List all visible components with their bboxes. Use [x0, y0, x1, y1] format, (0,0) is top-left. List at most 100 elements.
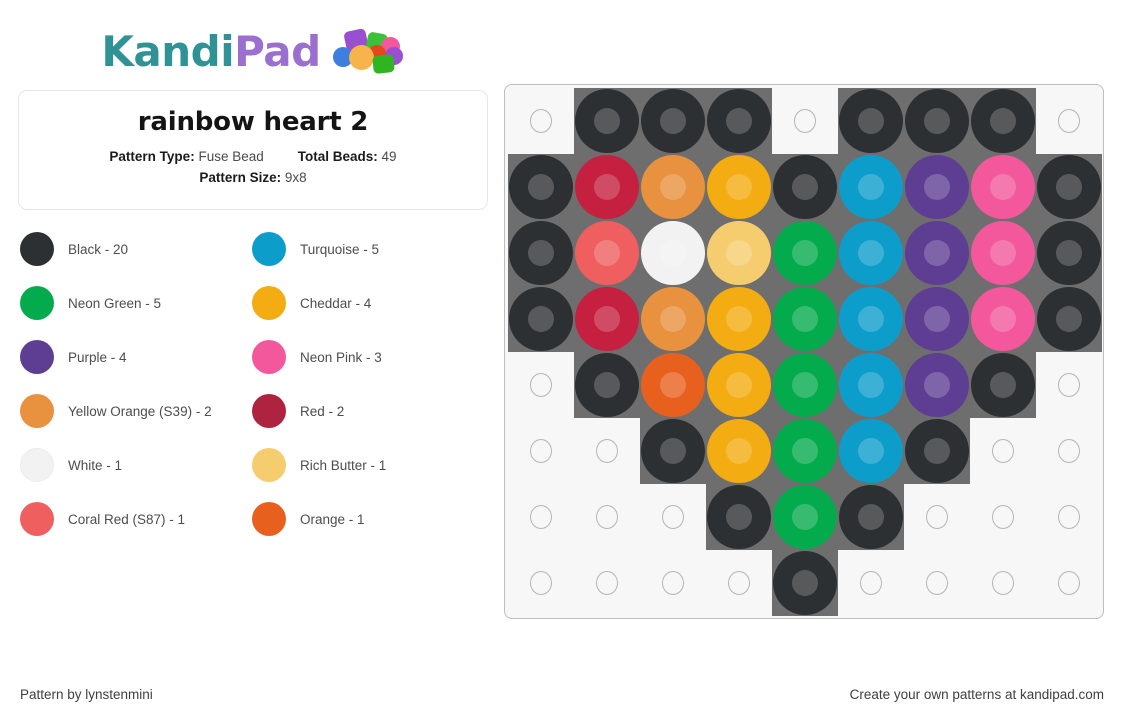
bead-cell[interactable]: [706, 88, 772, 154]
bead-cell[interactable]: [1036, 154, 1102, 220]
bead-cell[interactable]: [574, 154, 640, 220]
empty-peg-icon: [1058, 439, 1080, 463]
bead-hole: [858, 240, 884, 266]
bead-cell[interactable]: [772, 88, 838, 154]
bead-cell[interactable]: [706, 418, 772, 484]
legend-color-swatch: [252, 394, 286, 428]
bead-cell[interactable]: [772, 418, 838, 484]
empty-peg-icon: [926, 505, 948, 529]
empty-peg-icon: [1058, 109, 1080, 133]
bead-cell[interactable]: [640, 550, 706, 616]
bead-cell[interactable]: [772, 286, 838, 352]
bead-cell[interactable]: [508, 88, 574, 154]
bead-cell[interactable]: [640, 418, 706, 484]
empty-peg-icon: [530, 439, 552, 463]
legend-color-swatch: [20, 448, 54, 482]
bead-cell[interactable]: [904, 418, 970, 484]
bead-cell[interactable]: [970, 418, 1036, 484]
bead-cell[interactable]: [574, 88, 640, 154]
bead-cell[interactable]: [1036, 352, 1102, 418]
bead-cell[interactable]: [904, 286, 970, 352]
bead-cell[interactable]: [970, 154, 1036, 220]
bead-grid[interactable]: [508, 88, 1102, 616]
bead-cell[interactable]: [1036, 418, 1102, 484]
bead-cell[interactable]: [970, 550, 1036, 616]
bead-cell[interactable]: [772, 550, 838, 616]
legend-color-swatch: [20, 286, 54, 320]
bead-hole: [594, 174, 620, 200]
bead-cell[interactable]: [574, 550, 640, 616]
bead-cell[interactable]: [508, 352, 574, 418]
bead-cell[interactable]: [640, 154, 706, 220]
bead-cell[interactable]: [1036, 220, 1102, 286]
legend-item: Red - 2: [252, 394, 484, 428]
bead-cell[interactable]: [772, 220, 838, 286]
empty-peg-icon: [596, 439, 618, 463]
bead-cell[interactable]: [904, 352, 970, 418]
bead-cell[interactable]: [970, 286, 1036, 352]
bead-hole: [1056, 174, 1082, 200]
bead-cell[interactable]: [640, 220, 706, 286]
bead-cell[interactable]: [508, 418, 574, 484]
bead-pattern-panel[interactable]: [504, 84, 1104, 619]
bead-cell[interactable]: [508, 154, 574, 220]
bead-cell[interactable]: [706, 352, 772, 418]
bead-cell[interactable]: [970, 352, 1036, 418]
bead-cell[interactable]: [508, 286, 574, 352]
bead-cell[interactable]: [904, 154, 970, 220]
bead-cell[interactable]: [1036, 550, 1102, 616]
bead-cell[interactable]: [574, 352, 640, 418]
bead-black: [509, 155, 573, 219]
bead-neon-green: [773, 419, 837, 483]
bead-black: [773, 155, 837, 219]
bead-cell[interactable]: [772, 352, 838, 418]
bead-cell[interactable]: [508, 220, 574, 286]
bead-cell[interactable]: [574, 418, 640, 484]
bead-cell[interactable]: [838, 484, 904, 550]
bead-black: [1037, 155, 1101, 219]
bead-hole: [792, 570, 818, 596]
bead-cell[interactable]: [838, 88, 904, 154]
legend-item: Neon Pink - 3: [252, 340, 484, 374]
bead-cell[interactable]: [706, 550, 772, 616]
bead-cell[interactable]: [508, 550, 574, 616]
bead-cell[interactable]: [838, 418, 904, 484]
site-logo[interactable]: KandiPad: [18, 18, 488, 84]
bead-cell[interactable]: [706, 286, 772, 352]
bead-cell[interactable]: [640, 484, 706, 550]
bead-cell[interactable]: [904, 550, 970, 616]
bead-cell[interactable]: [838, 154, 904, 220]
legend-color-swatch: [20, 394, 54, 428]
bead-cell[interactable]: [904, 220, 970, 286]
legend-item: White - 1: [20, 448, 252, 482]
bead-cell[interactable]: [904, 88, 970, 154]
bead-cell[interactable]: [640, 352, 706, 418]
bead-cell[interactable]: [970, 88, 1036, 154]
bead-cell[interactable]: [706, 484, 772, 550]
bead-cell[interactable]: [574, 286, 640, 352]
bead-cell[interactable]: [838, 550, 904, 616]
bead-cell[interactable]: [838, 220, 904, 286]
bead-hole: [660, 108, 686, 134]
bead-cell[interactable]: [508, 484, 574, 550]
bead-hole: [924, 240, 950, 266]
bead-cell[interactable]: [772, 154, 838, 220]
bead-cell[interactable]: [574, 220, 640, 286]
empty-peg-icon: [530, 109, 552, 133]
bead-cell[interactable]: [640, 286, 706, 352]
bead-cell[interactable]: [640, 88, 706, 154]
bead-cell[interactable]: [838, 286, 904, 352]
bead-cell[interactable]: [904, 484, 970, 550]
bead-black: [641, 419, 705, 483]
pattern-size-label: Pattern Size:: [199, 170, 282, 185]
bead-cell[interactable]: [574, 484, 640, 550]
bead-cell[interactable]: [970, 220, 1036, 286]
bead-cell[interactable]: [772, 484, 838, 550]
bead-cell[interactable]: [1036, 88, 1102, 154]
bead-cell[interactable]: [1036, 286, 1102, 352]
bead-cell[interactable]: [1036, 484, 1102, 550]
bead-cell[interactable]: [970, 484, 1036, 550]
bead-cell[interactable]: [706, 154, 772, 220]
bead-cell[interactable]: [838, 352, 904, 418]
bead-cell[interactable]: [706, 220, 772, 286]
